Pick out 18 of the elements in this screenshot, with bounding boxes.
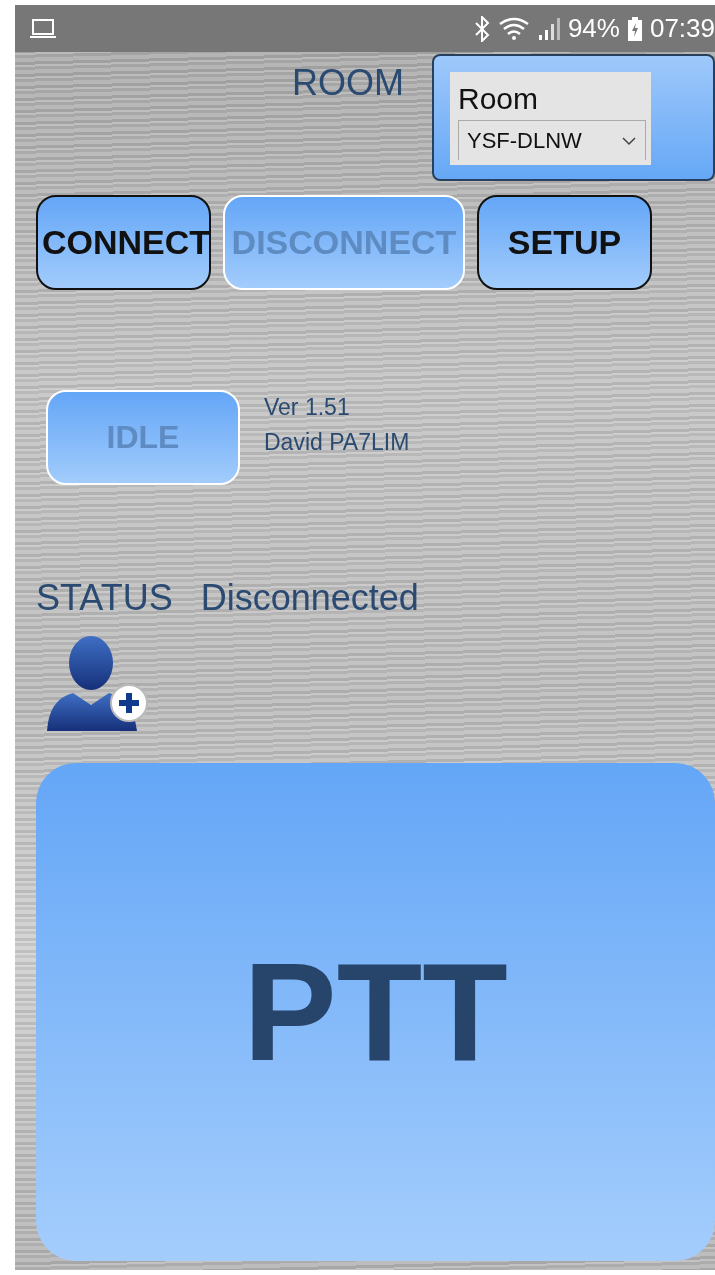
room-label: ROOM: [292, 62, 404, 104]
version-text: Ver 1.51: [264, 394, 351, 421]
signal-icon: [537, 15, 560, 42]
bluetooth-icon: [473, 15, 490, 42]
status-value: Disconnected: [200, 577, 419, 619]
clock-time: 07:39: [649, 13, 715, 44]
battery-icon: [627, 16, 642, 41]
battery-percent: 94%: [567, 13, 620, 44]
action-button[interactable]: CONNECT: [36, 195, 211, 290]
ptt-button[interactable]: PTT: [36, 763, 715, 1261]
action-button[interactable]: SETUP: [477, 195, 652, 290]
status-label: STATUS: [36, 577, 173, 619]
laptop-icon: [29, 17, 57, 40]
room-select[interactable]: YSF-DLNW: [458, 120, 646, 160]
wifi-icon: [497, 15, 530, 42]
room-title: Room: [458, 82, 539, 116]
chevron-down-icon: [621, 135, 637, 146]
author-text: David PA7LIM: [264, 429, 410, 456]
